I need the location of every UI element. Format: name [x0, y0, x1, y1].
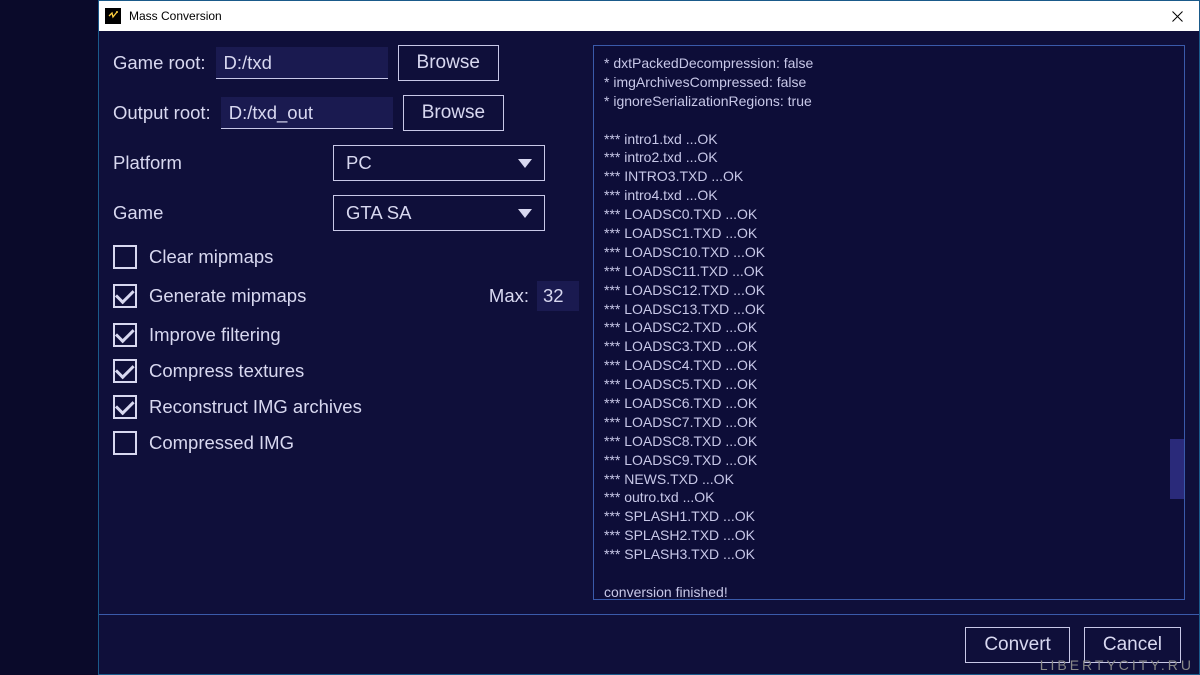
- mass-conversion-window: Mass Conversion Game root: Browse Output…: [98, 0, 1200, 675]
- chevron-down-icon: [518, 209, 532, 218]
- platform-select[interactable]: PC: [333, 145, 545, 181]
- improve-filtering-label: Improve filtering: [149, 324, 281, 346]
- convert-button[interactable]: Convert: [965, 627, 1070, 663]
- platform-value: PC: [346, 152, 518, 174]
- content-area: Game root: Browse Output root: Browse Pl…: [99, 31, 1199, 614]
- compress-textures-label: Compress textures: [149, 360, 304, 382]
- platform-label: Platform: [113, 152, 323, 174]
- log-output: * dxtPackedDecompression: false * imgArc…: [593, 45, 1185, 600]
- log-scrollbar[interactable]: [1170, 46, 1184, 599]
- game-root-label: Game root:: [113, 52, 206, 74]
- clear-mipmaps-checkbox[interactable]: [113, 245, 137, 269]
- settings-panel: Game root: Browse Output root: Browse Pl…: [113, 45, 579, 600]
- cancel-button[interactable]: Cancel: [1084, 627, 1181, 663]
- game-select[interactable]: GTA SA: [333, 195, 545, 231]
- window-title: Mass Conversion: [129, 9, 1155, 23]
- generate-mipmaps-checkbox[interactable]: [113, 284, 137, 308]
- clear-mipmaps-label: Clear mipmaps: [149, 246, 273, 268]
- chevron-down-icon: [518, 159, 532, 168]
- reconstruct-img-checkbox[interactable]: [113, 395, 137, 419]
- generate-mipmaps-label: Generate mipmaps: [149, 285, 306, 307]
- app-icon: [105, 8, 121, 24]
- compressed-img-checkbox[interactable]: [113, 431, 137, 455]
- scrollbar-thumb[interactable]: [1170, 439, 1184, 499]
- close-button[interactable]: [1155, 1, 1199, 31]
- footer: Convert Cancel: [99, 614, 1199, 674]
- titlebar: Mass Conversion: [99, 1, 1199, 31]
- output-root-label: Output root:: [113, 102, 211, 124]
- game-root-input[interactable]: [216, 47, 388, 79]
- output-root-input[interactable]: [221, 97, 393, 129]
- browse-game-root-button[interactable]: Browse: [398, 45, 499, 81]
- game-label: Game: [113, 202, 323, 224]
- game-value: GTA SA: [346, 202, 518, 224]
- max-label: Max:: [489, 285, 529, 307]
- reconstruct-img-label: Reconstruct IMG archives: [149, 396, 362, 418]
- improve-filtering-checkbox[interactable]: [113, 323, 137, 347]
- max-mipmaps-input[interactable]: [537, 281, 579, 311]
- compressed-img-label: Compressed IMG: [149, 432, 294, 454]
- browse-output-root-button[interactable]: Browse: [403, 95, 504, 131]
- log-text: * dxtPackedDecompression: false * imgArc…: [604, 55, 813, 600]
- compress-textures-checkbox[interactable]: [113, 359, 137, 383]
